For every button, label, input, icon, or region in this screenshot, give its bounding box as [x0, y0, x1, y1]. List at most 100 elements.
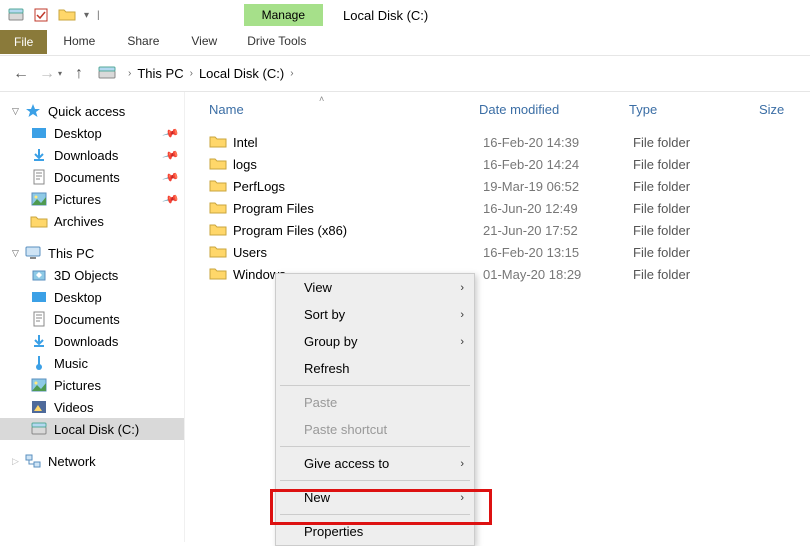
network-icon [24, 453, 42, 469]
drive-icon [98, 65, 116, 83]
pin-icon: 📌 [162, 190, 180, 208]
item-icon [30, 191, 48, 207]
sidebar-network[interactable]: ▷ Network [0, 450, 184, 472]
cm-new[interactable]: New› [276, 484, 474, 511]
cm-refresh[interactable]: Refresh [276, 355, 474, 382]
file-name: Program Files [233, 201, 483, 216]
context-menu: View› Sort by› Group by› Refresh Paste P… [275, 273, 475, 546]
sidebar-item-downloads[interactable]: Downloads [0, 330, 184, 352]
col-name-header[interactable]: Name˄ [209, 102, 479, 117]
col-size-header[interactable]: Size [759, 102, 810, 117]
file-row[interactable]: logs16-Feb-20 14:24File folder [189, 153, 810, 175]
qat-folder-icon[interactable] [58, 6, 76, 24]
cm-separator [280, 446, 470, 447]
col-date-header[interactable]: Date modified [479, 102, 629, 117]
sidebar-item-documents[interactable]: Documents [0, 308, 184, 330]
cm-view[interactable]: View› [276, 274, 474, 301]
file-date: 16-Feb-20 14:24 [483, 157, 633, 172]
pin-icon: 📌 [162, 124, 180, 142]
item-icon [30, 213, 48, 229]
file-name: Intel [233, 135, 483, 150]
item-icon [30, 311, 48, 327]
cm-separator [280, 514, 470, 515]
qat-save-icon[interactable] [30, 4, 52, 26]
file-row[interactable]: PerfLogs19-Mar-19 06:52File folder [189, 175, 810, 197]
sidebar-item-videos[interactable]: Videos [0, 396, 184, 418]
up-button[interactable]: ↑ [68, 63, 90, 85]
address-bar[interactable]: › This PC › Local Disk (C:) › [98, 65, 300, 83]
sidebar-item-pictures[interactable]: Pictures📌 [0, 188, 184, 210]
file-type: File folder [633, 135, 763, 150]
sidebar-item-pictures[interactable]: Pictures [0, 374, 184, 396]
home-tab[interactable]: Home [47, 30, 111, 52]
item-icon [30, 125, 48, 141]
sidebar-item-label: Pictures [54, 378, 101, 393]
navigation-pane: ▽ Quick access Desktop📌Downloads📌Documen… [0, 92, 185, 542]
sidebar-item-documents[interactable]: Documents 📌 [0, 166, 184, 188]
sidebar-item-3d-objects[interactable]: 3D Objects [0, 264, 184, 286]
navigation-bar: ← → ▾ ↑ › This PC › Local Disk (C:) › [0, 56, 810, 92]
title-bar: ▾ | Manage Local Disk (C:) [0, 0, 810, 30]
breadcrumb-this-pc[interactable]: This PC [137, 66, 183, 81]
back-button[interactable]: ← [10, 63, 32, 85]
sidebar-item-label: Downloads [54, 148, 118, 163]
drive-tools-tab[interactable]: Drive Tools [235, 30, 318, 52]
col-type-header[interactable]: Type [629, 102, 759, 117]
file-date: 16-Feb-20 13:15 [483, 245, 633, 260]
submenu-arrow-icon: › [460, 492, 464, 504]
sidebar-item-label: Videos [54, 400, 94, 415]
chevron-right-icon[interactable]: › [190, 68, 193, 79]
forward-button[interactable]: → [36, 63, 58, 85]
item-icon [30, 355, 48, 371]
manage-ribbon-tab[interactable]: Manage [244, 4, 323, 26]
sidebar-item-music[interactable]: Music [0, 352, 184, 374]
file-row[interactable]: Program Files16-Jun-20 12:49File folder [189, 197, 810, 219]
file-row[interactable]: Users16-Feb-20 13:15File folder [189, 241, 810, 263]
item-icon [30, 169, 48, 185]
file-row[interactable]: Program Files (x86)21-Jun-20 17:52File f… [189, 219, 810, 241]
sidebar-label: This PC [48, 246, 94, 261]
sidebar-item-label: Documents [54, 170, 120, 185]
share-tab[interactable]: Share [111, 30, 175, 52]
chevron-right-icon[interactable]: › [128, 68, 131, 79]
qat-dropdown-icon[interactable]: ▾ [84, 10, 89, 21]
file-name: Users [233, 245, 483, 260]
sidebar-quick-access[interactable]: ▽ Quick access [0, 100, 184, 122]
drive-icon [8, 7, 24, 23]
cm-give-access-to[interactable]: Give access to› [276, 450, 474, 477]
sidebar-this-pc[interactable]: ▽ This PC [0, 242, 184, 264]
pin-icon: 📌 [162, 168, 180, 186]
folder-icon [209, 266, 227, 282]
sidebar-item-label: Music [54, 356, 88, 371]
sidebar-item-desktop[interactable]: Desktop📌 [0, 122, 184, 144]
cm-group-by[interactable]: Group by› [276, 328, 474, 355]
item-icon [30, 289, 48, 305]
file-date: 21-Jun-20 17:52 [483, 223, 633, 238]
sidebar-item-archives[interactable]: Archives [0, 210, 184, 232]
ribbon-bar: File Home Share View Drive Tools [0, 30, 810, 56]
sidebar-item-desktop[interactable]: Desktop [0, 286, 184, 308]
expand-caret-icon[interactable]: ▽ [12, 248, 22, 259]
view-tab[interactable]: View [175, 30, 233, 52]
expand-caret-icon[interactable]: ▷ [12, 456, 22, 467]
chevron-right-icon[interactable]: › [290, 68, 293, 79]
file-list[interactable]: Intel16-Feb-20 14:39File folderlogs16-Fe… [185, 125, 810, 285]
sidebar-item-downloads[interactable]: Downloads 📌 [0, 144, 184, 166]
file-row[interactable]: Intel16-Feb-20 14:39File folder [189, 131, 810, 153]
item-icon [30, 147, 48, 163]
file-tab[interactable]: File [0, 30, 47, 54]
submenu-arrow-icon: › [460, 458, 464, 470]
cm-properties[interactable]: Properties [276, 518, 474, 545]
file-date: 16-Feb-20 14:39 [483, 135, 633, 150]
expand-caret-icon[interactable]: ▽ [12, 106, 22, 117]
pin-icon: 📌 [162, 146, 180, 164]
cm-sort-by[interactable]: Sort by› [276, 301, 474, 328]
breadcrumb-local-disk[interactable]: Local Disk (C:) [199, 66, 284, 81]
item-icon [30, 333, 48, 349]
recent-locations-dropdown[interactable]: ▾ [58, 69, 62, 78]
file-name: Program Files (x86) [233, 223, 483, 238]
column-headers: Name˄ Date modified Type Size [185, 92, 810, 125]
folder-icon [209, 244, 227, 260]
sidebar-item-local-disk-c-[interactable]: Local Disk (C:) [0, 418, 184, 440]
pc-icon [24, 245, 42, 261]
